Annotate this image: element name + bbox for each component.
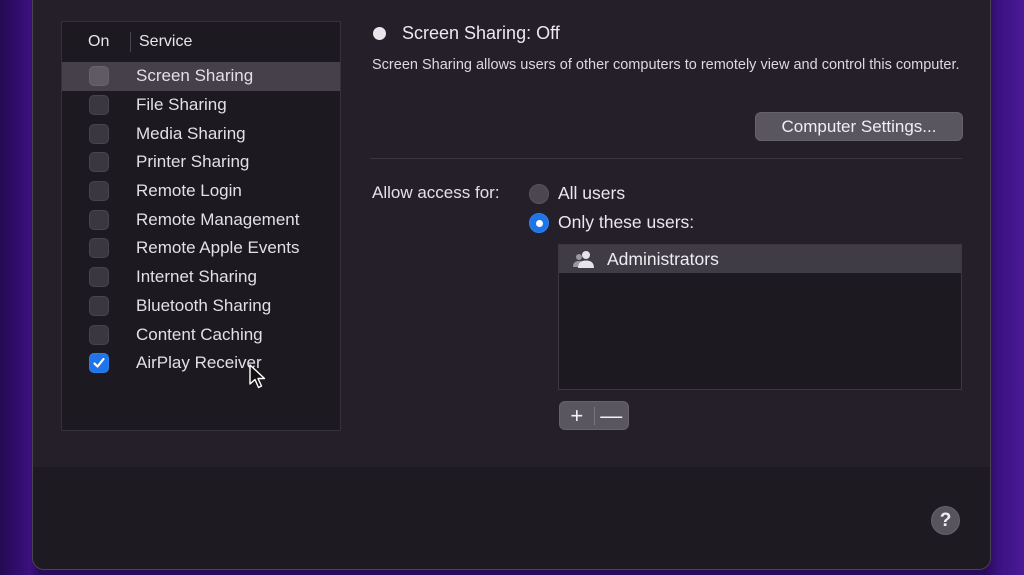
checkbox[interactable]	[89, 95, 109, 116]
user-name: Administrators	[607, 248, 719, 269]
service-description: Screen Sharing allows users of other com…	[372, 57, 960, 73]
column-separator	[130, 32, 131, 52]
radio-label: Only these users:	[558, 212, 695, 232]
checkbox[interactable]	[89, 295, 109, 316]
service-label: File Sharing	[136, 95, 227, 115]
allow-access-label: Allow access for:	[372, 183, 500, 202]
checkbox[interactable]	[89, 66, 109, 87]
checkbox[interactable]	[89, 152, 109, 173]
service-status: Screen Sharing: Off	[373, 23, 560, 44]
radio-button[interactable]	[529, 212, 549, 233]
service-row[interactable]: Remote Login	[62, 177, 340, 206]
help-button[interactable]: ?	[931, 506, 960, 535]
service-list-header: On Service	[62, 22, 340, 62]
service-row[interactable]: Content Caching	[62, 320, 340, 349]
checkbox[interactable]	[89, 209, 109, 230]
checkbox-checked[interactable]	[89, 353, 109, 374]
status-indicator-icon	[373, 27, 386, 40]
service-label: Internet Sharing	[136, 267, 257, 287]
add-remove-control: + —	[559, 401, 629, 430]
radio-label: All users	[558, 183, 626, 203]
section-divider	[370, 158, 962, 159]
service-row[interactable]: Screen Sharing	[62, 62, 340, 91]
service-label: Remote Apple Events	[136, 238, 300, 258]
column-header-service[interactable]: Service	[139, 33, 192, 51]
service-row[interactable]: File Sharing	[62, 91, 340, 120]
computer-settings-button[interactable]: Computer Settings...	[755, 112, 963, 141]
service-row[interactable]: Printer Sharing	[62, 148, 340, 177]
service-label: Screen Sharing	[136, 66, 254, 86]
service-label: Media Sharing	[136, 123, 246, 143]
service-row[interactable]: Media Sharing	[62, 119, 340, 148]
service-label: Remote Management	[136, 209, 300, 229]
service-row[interactable]: Remote Management	[62, 205, 340, 234]
radio-button[interactable]	[529, 183, 549, 204]
service-label: Bluetooth Sharing	[136, 295, 272, 315]
checkmark-icon	[93, 358, 105, 368]
column-header-on[interactable]: On	[62, 33, 130, 51]
group-icon	[573, 251, 594, 268]
sharing-preferences-window: On Service Screen Sharing File Sharing Med…	[32, 0, 991, 570]
mouse-cursor-icon	[249, 364, 266, 389]
radio-only-these-users[interactable]: Only these users:	[529, 212, 694, 233]
checkbox[interactable]	[89, 238, 109, 259]
remove-user-button[interactable]: —	[595, 402, 629, 429]
radio-all-users[interactable]: All users	[529, 183, 625, 204]
checkbox[interactable]	[89, 181, 109, 202]
service-list: On Service Screen Sharing File Sharing Med…	[61, 21, 341, 431]
content-area: On Service Screen Sharing File Sharing Med…	[33, 1, 990, 478]
list-item[interactable]: Administrators	[559, 245, 961, 273]
add-user-button[interactable]: +	[560, 402, 594, 429]
service-row[interactable]: AirPlay Receiver	[62, 349, 340, 378]
service-rows: Screen Sharing File Sharing Media Sharing P…	[62, 62, 340, 378]
service-row[interactable]: Internet Sharing	[62, 263, 340, 292]
checkbox[interactable]	[89, 267, 109, 288]
checkbox[interactable]	[89, 123, 109, 144]
status-text: Screen Sharing: Off	[402, 23, 560, 43]
service-label: Content Caching	[136, 324, 263, 344]
checkbox[interactable]	[89, 324, 109, 345]
footer-area: ?	[33, 467, 990, 569]
service-label: Printer Sharing	[136, 152, 250, 172]
service-row[interactable]: Bluetooth Sharing	[62, 292, 340, 321]
allowed-users-list: Administrators	[558, 244, 962, 390]
service-label: AirPlay Receiver	[136, 353, 262, 373]
service-row[interactable]: Remote Apple Events	[62, 234, 340, 263]
service-label: Remote Login	[136, 181, 242, 201]
